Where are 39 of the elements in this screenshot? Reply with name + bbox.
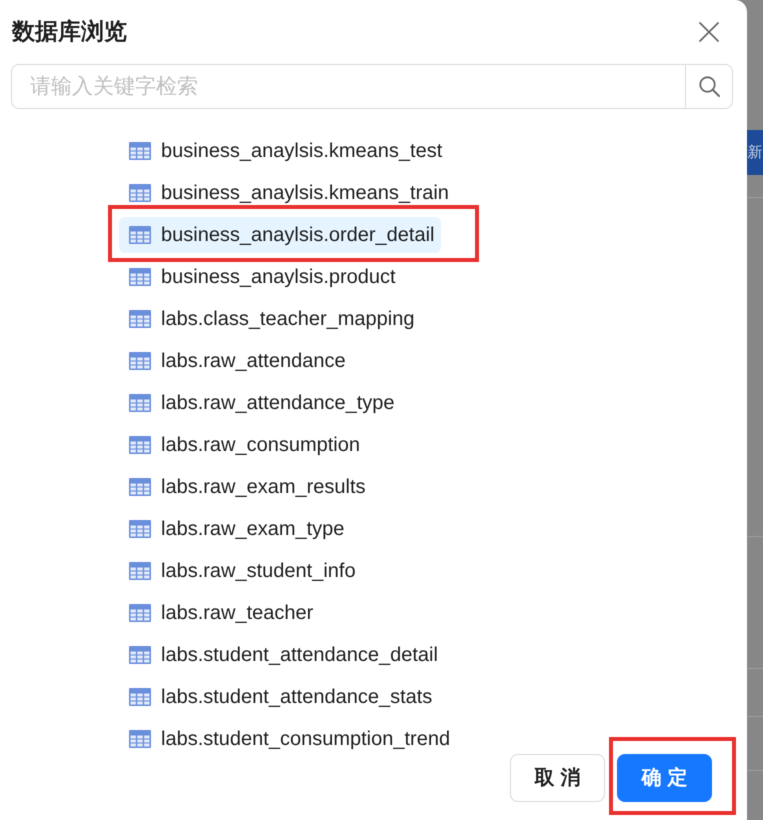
table-icon [129, 604, 151, 622]
table-list-item[interactable]: labs.raw_attendance [119, 343, 352, 379]
table-icon [129, 352, 151, 370]
table-list-item[interactable]: labs.raw_exam_results [119, 469, 372, 505]
table-list-item[interactable]: labs.student_consumption_trend [119, 721, 456, 754]
confirm-button[interactable]: 确 定 [617, 754, 712, 802]
table-list-item[interactable]: business_anaylsis.kmeans_train [119, 175, 455, 211]
table-list-item[interactable]: labs.student_attendance_stats [119, 679, 438, 715]
table-icon [129, 310, 151, 328]
search-button[interactable] [685, 64, 733, 109]
table-list-item[interactable]: business_anaylsis.kmeans_test [119, 133, 448, 169]
search-icon [698, 76, 720, 97]
table-list-item[interactable]: labs.class_teacher_mapping [119, 301, 420, 337]
table-icon [129, 730, 151, 748]
table-icon [129, 268, 151, 286]
table-icon [129, 226, 151, 244]
table-icon [129, 478, 151, 496]
table-list-item[interactable]: labs.raw_consumption [119, 427, 366, 463]
table-list-item[interactable]: labs.raw_student_info [119, 553, 362, 589]
table-icon [129, 394, 151, 412]
table-list-item[interactable]: business_anaylsis.order_detail [119, 217, 440, 253]
table-list-item[interactable]: labs.raw_exam_type [119, 511, 350, 547]
table-icon [129, 184, 151, 202]
close-button[interactable] [699, 22, 719, 42]
table-icon [129, 646, 151, 664]
table-list-item[interactable]: business_anaylsis.product [119, 259, 402, 295]
table-list-item[interactable]: labs.raw_attendance_type [119, 385, 400, 421]
close-icon [699, 22, 719, 42]
cancel-button[interactable]: 取 消 [510, 754, 605, 802]
dialog-title: 数据库浏览 [12, 18, 127, 46]
search-field[interactable]: 请输入关键字检索 [11, 64, 686, 109]
table-list-item[interactable]: labs.student_attendance_detail [119, 637, 444, 673]
partial-button[interactable]: 新 [747, 130, 763, 175]
table-icon [129, 520, 151, 538]
table-icon [129, 142, 151, 160]
table-icon [129, 436, 151, 454]
table-icon [129, 688, 151, 706]
table-icon [129, 562, 151, 580]
table-list-item[interactable]: labs.raw_teacher [119, 595, 320, 631]
